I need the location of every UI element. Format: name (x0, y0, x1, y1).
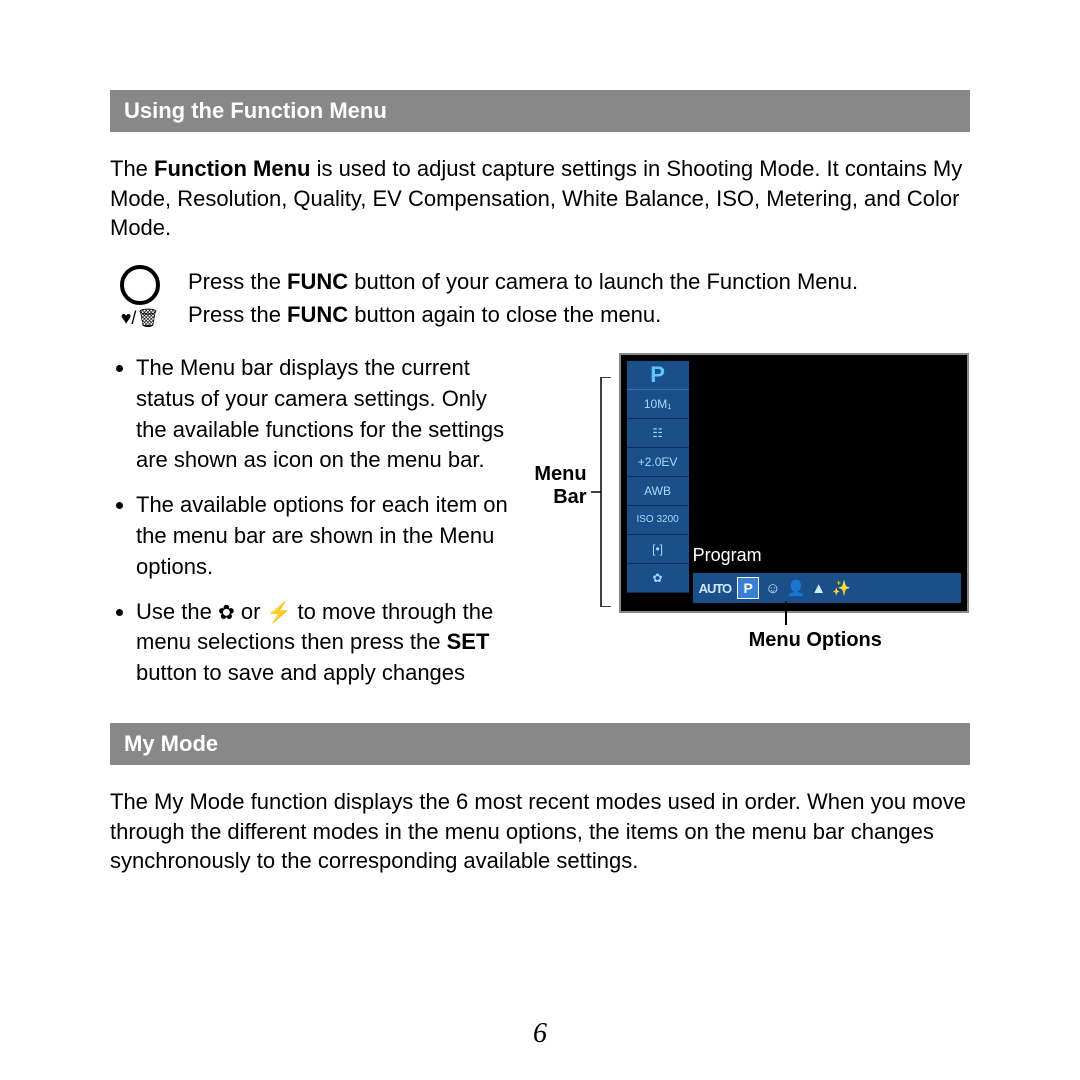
flash-icon: ⚡ (267, 599, 292, 627)
program-label: Program (693, 545, 762, 566)
bullet-list: The Menu bar displays the current status… (110, 353, 519, 703)
func-line2-bold: FUNC (287, 302, 348, 327)
func-line1-pre: Press the (188, 269, 287, 294)
my-mode-paragraph: The My Mode function displays the 6 most… (110, 787, 970, 876)
lcd-resolution: 10M₁ (627, 390, 689, 419)
lcd-metering: [•] (627, 535, 689, 564)
intro-bold: Function Menu (154, 156, 310, 181)
func-line2-post: button again to close the menu. (348, 302, 661, 327)
func-line1-bold: FUNC (287, 269, 348, 294)
b3-pre: Use the (136, 599, 218, 624)
opt-landscape-icon: ▲ (811, 580, 826, 597)
lcd-color: ✿ (627, 564, 689, 593)
options-row: AUTO P ☺ 👤 ▲ ✨ (693, 573, 961, 603)
func-line1-post: button of your camera to launch the Func… (348, 269, 858, 294)
lcd-awb: AWB (627, 477, 689, 506)
lcd-mode-p: P (627, 361, 689, 390)
ring-icon (120, 265, 160, 305)
heart-icon: ♥ (121, 308, 132, 328)
lcd-screen: P 10M₁ ☷ +2.0EV AWB ISO 3200 [•] ✿ Progr… (619, 353, 969, 613)
opt-p-selected: P (737, 577, 759, 599)
b3-mid: or (241, 599, 267, 624)
bracket-icon (591, 377, 615, 607)
lcd-iso: ISO 3200 (627, 506, 689, 535)
arrow-line (785, 605, 787, 625)
opt-portrait-icon: 👤 (787, 579, 806, 597)
intro-pre: The (110, 156, 154, 181)
bullet-3: Use the ✿ or ⚡ to move through the menu … (136, 597, 519, 689)
trash-icon: 🗑 (136, 308, 159, 328)
page-number: 6 (0, 1018, 1080, 1050)
opt-auto: AUTO (699, 581, 732, 596)
intro-paragraph: The Function Menu is used to adjust capt… (110, 154, 970, 243)
section-header-my-mode: My Mode (110, 723, 970, 765)
section-header-function-menu: Using the Function Menu (110, 90, 970, 132)
menu-bar-label: Menu Bar (529, 463, 587, 509)
b3-post: button to save and apply changes (136, 660, 465, 685)
opt-smile-icon: ☺ (765, 580, 780, 597)
opt-sparkle-icon: ✨ (832, 579, 851, 597)
lcd-quality: ☷ (627, 419, 689, 448)
lcd-ev: +2.0EV (627, 448, 689, 477)
bullet-1: The Menu bar displays the current status… (136, 353, 519, 476)
menu-options-label: Menu Options (749, 629, 882, 652)
bullet-2: The available options for each item on t… (136, 490, 519, 582)
menu-diagram: Menu Bar P 10M₁ ☷ +2.0EV AWB ISO 3200 [•… (529, 353, 970, 663)
macro-icon: ✿ (218, 599, 235, 627)
func-button-icon: ♥/🗑 (110, 265, 170, 327)
b3-bold: SET (447, 629, 490, 654)
heart-trash-icon: ♥/🗑 (121, 309, 160, 327)
func-line2-pre: Press the (188, 302, 287, 327)
func-instructions: Press the FUNC button of your camera to … (188, 265, 858, 331)
